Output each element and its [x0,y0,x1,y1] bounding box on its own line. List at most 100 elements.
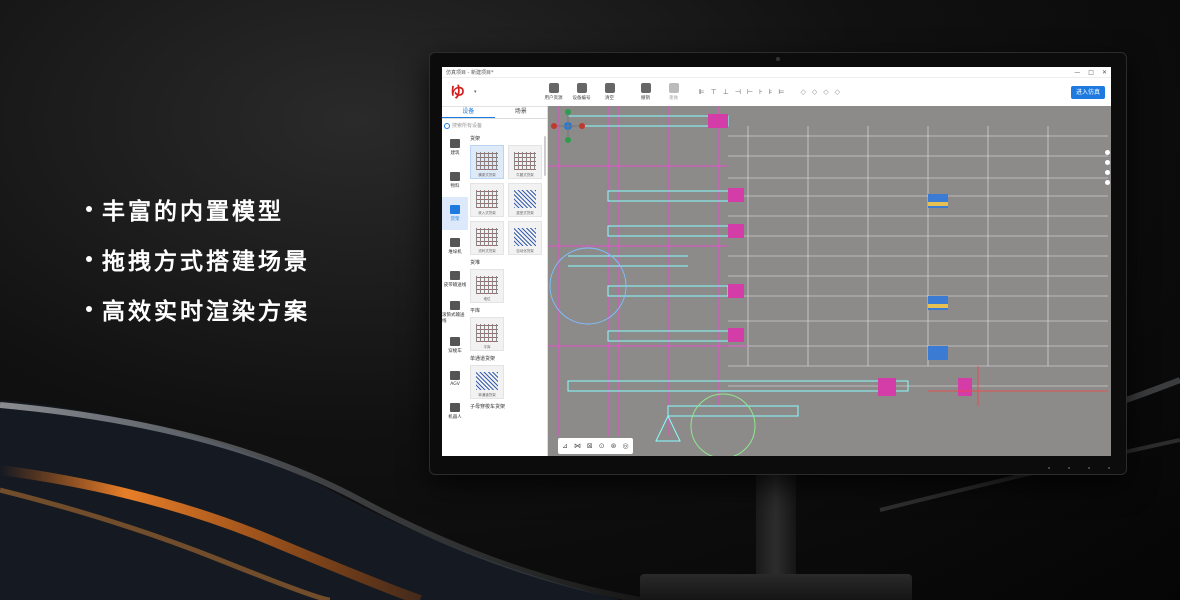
undo-button[interactable]: 撤销 [635,83,657,101]
device-card[interactable]: 牛腿式货架 [508,145,542,179]
zoom-out-icon[interactable] [1105,160,1110,165]
sidebar: 设备 场景 搜索所有设备 建筑 物料 货架 堆垛机 皮带输送线 滚筒式输送线 穿… [442,106,548,456]
bullet-icon [86,256,92,262]
feature-list: 丰富的内置模型 拖拽方式搭建场景 高效实时渲染方案 [86,184,310,334]
device-number-button[interactable]: 设备编号 [571,83,593,101]
feature-text: 丰富的内置模型 [102,199,284,225]
shelf-thumbnail [514,152,536,170]
view-tool-icon[interactable]: ◇ [800,88,805,96]
zoom-in-icon[interactable] [1105,150,1110,155]
clear-button[interactable]: 清空 [599,83,621,101]
user-resource-button[interactable]: 用户资源 [543,83,565,101]
fit-view-icon[interactable] [1105,170,1110,175]
search-input[interactable]: 搜索所有设备 [444,121,545,130]
view-tool-icon[interactable]: ◇ [812,88,817,96]
app-window: 仿真项目 - 新建项目* — □ ✕ ゆ ▾ 用户资源 设备编号 清空 撤销 重… [442,67,1111,456]
section-title: 子母穿梭车货架 [470,404,506,410]
app-logo[interactable]: ゆ [450,83,472,101]
device-card[interactable]: 重型式货架 [508,183,542,217]
material-icon [450,172,460,181]
rotate-icon[interactable]: ⊛ [611,442,617,450]
category-stacker[interactable]: 堆垛机 [442,230,468,263]
tab-devices[interactable]: 设备 [442,106,495,118]
feature-item: 拖拽方式搭建场景 [86,234,310,284]
device-card[interactable]: 自动化货架 [508,221,542,255]
align-top-icon[interactable]: ⊤ [711,88,717,96]
device-palette: 货架 横梁式货架 牛腿式货架 驶入式货架 重型式货架 流利式货架 自动化货架 货… [470,131,543,413]
close-button[interactable]: ✕ [1102,69,1107,76]
belt-conveyor-icon [450,271,460,280]
view-tool-icon[interactable]: ◇ [823,88,828,96]
monitor: 仿真项目 - 新建项目* — □ ✕ ゆ ▾ 用户资源 设备编号 清空 撤销 重… [430,53,1126,474]
measure-icon[interactable]: ⊿ [562,442,568,450]
flat-storage-thumbnail [476,324,498,342]
redo-icon [668,83,679,93]
search-placeholder: 搜索所有设备 [452,123,483,129]
user-resource-icon [548,83,559,93]
single-aisle-thumbnail [476,372,498,390]
device-card[interactable]: 堆位 [470,269,504,303]
undo-icon [640,83,651,93]
pile-thumbnail [476,276,498,294]
section-title: 货堆 [470,260,481,266]
sidebar-tabs: 设备 场景 [442,106,547,119]
device-card[interactable]: 横梁式货架 [470,145,504,179]
bezel-buttons [1048,467,1110,469]
category-shelf[interactable]: 货架 [442,197,468,230]
category-material[interactable]: 物料 [442,164,468,197]
device-card[interactable]: 流利式货架 [470,221,504,255]
device-card[interactable]: 平库 [470,317,504,351]
align-vcenter-icon[interactable]: ⊨ [778,88,784,96]
align-left-icon[interactable]: ⊫ [699,88,705,96]
camera-icon [776,57,780,61]
device-card[interactable]: 驶入式货架 [470,183,504,217]
align-right-icon[interactable]: ⊣ [735,88,741,96]
category-robot[interactable]: 机器人 [442,395,468,428]
shelf-thumbnail [514,190,536,208]
align-hcenter-icon[interactable]: ⊢ [747,88,753,96]
title-bar: 仿真项目 - 新建项目* — □ ✕ [442,67,1111,78]
distribute-v-icon[interactable]: ⊧ [769,88,773,96]
category-list: 建筑 物料 货架 堆垛机 皮带输送线 滚筒式输送线 穿梭车 AGV 机器人 [442,131,468,428]
device-card[interactable]: 单通道货架 [470,365,504,399]
redo-button[interactable]: 重做 [663,83,685,101]
view-tool-icon[interactable]: ◇ [835,88,840,96]
category-belt-conveyor[interactable]: 皮带输送线 [442,263,468,296]
sidebar-scrollbar[interactable] [544,136,546,176]
chevron-down-icon[interactable]: ▾ [474,89,477,95]
maximize-button[interactable]: □ [1088,69,1094,76]
robot-icon [450,403,460,412]
minimize-button[interactable]: — [1074,69,1080,76]
monitor-stand [756,474,796,576]
scene-canvas[interactable]: ⊿ ⋈ ⊠ ⊙ ⊛ ◎ [548,106,1111,456]
section-title: 平库 [470,308,481,314]
category-agv[interactable]: AGV [442,362,468,395]
settings-icon[interactable] [1105,180,1110,185]
orbit-icon[interactable]: ⊙ [599,442,605,450]
box-select-icon[interactable]: ⊠ [587,442,593,450]
clear-icon [604,83,615,93]
link-icon[interactable]: ⋈ [574,442,581,450]
view-tools: ◇ ◇ ◇ ◇ [800,88,840,96]
shelf-icon [450,205,460,214]
feature-text: 拖拽方式搭建场景 [102,249,310,275]
tab-scene[interactable]: 场景 [495,106,548,118]
monitor-base [640,574,912,600]
distribute-h-icon[interactable]: ⊦ [759,88,763,96]
shelf-thumbnail [476,190,498,208]
toolbar: ゆ ▾ 用户资源 设备编号 清空 撤销 重做 ⊫ ⊤ ⊥ ⊣ ⊢ ⊦ ⊧ ⊨ ◇ [442,78,1111,107]
align-bottom-icon[interactable]: ⊥ [723,88,729,96]
view-navigation-cube[interactable] [548,106,588,146]
layout-drawing [548,106,1108,456]
shelf-thumbnail [514,228,536,246]
device-number-icon [576,83,587,93]
camera-reset-icon[interactable]: ◎ [623,442,629,450]
category-roller-conveyor[interactable]: 滚筒式输送线 [442,296,468,329]
bullet-icon [86,206,92,212]
enter-simulation-button[interactable]: 进入仿真 [1070,86,1105,99]
category-building[interactable]: 建筑 [442,131,468,164]
building-icon [450,139,460,148]
category-shuttle[interactable]: 穿梭车 [442,329,468,362]
feature-text: 高效实时渲染方案 [102,299,310,325]
bullet-icon [86,306,92,312]
